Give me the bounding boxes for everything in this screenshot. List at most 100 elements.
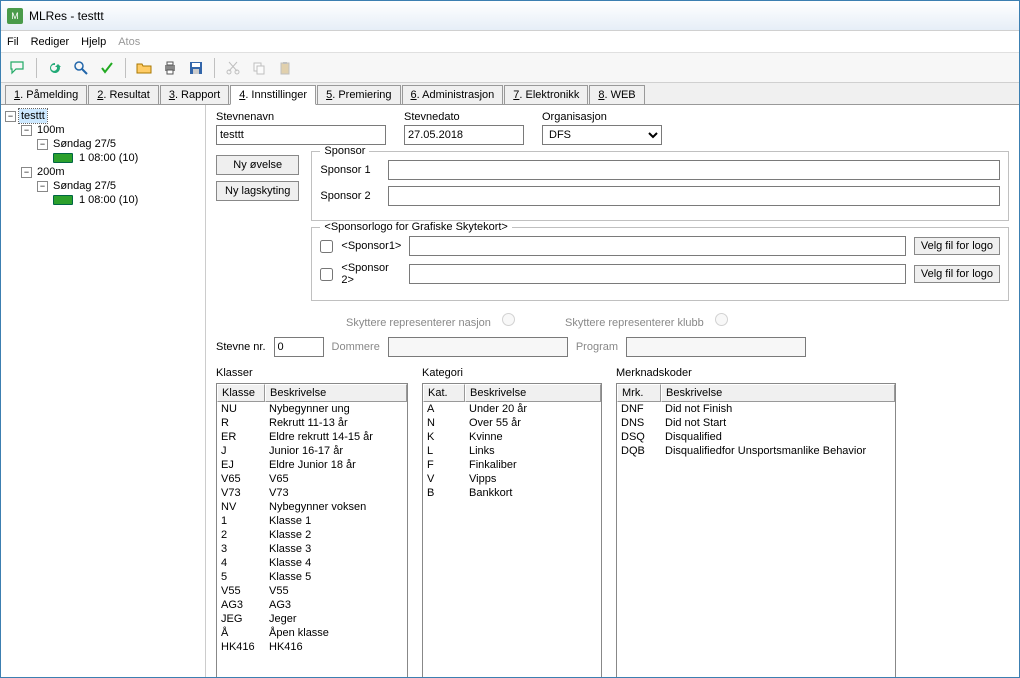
sponsorlogo-legend: <Sponsorlogo for Grafiske Skytekort> xyxy=(320,221,511,233)
toolbar-save-icon[interactable] xyxy=(185,57,207,79)
merknad-table[interactable]: Mrk.Beskrivelse DNFDid not FinishDNSDid … xyxy=(616,383,896,677)
table-row[interactable]: VVipps xyxy=(423,472,601,486)
table-row[interactable]: HK416HK416 xyxy=(217,640,407,654)
form-panel: Stevnenavn Stevnedato Organisasjon DFS N… xyxy=(206,105,1019,677)
klasser-table[interactable]: KlasseBeskrivelse NUNybegynner ungRRekru… xyxy=(216,383,408,677)
sponsor2-label: Sponsor 2 xyxy=(320,190,380,202)
table-row[interactable]: ÅÅpen klasse xyxy=(217,626,407,640)
menu-rediger[interactable]: Rediger xyxy=(31,36,70,48)
table-row[interactable]: V65V65 xyxy=(217,472,407,486)
hdr-klasse: Klasse xyxy=(217,384,265,402)
table-row[interactable]: NVNybegynner voksen xyxy=(217,500,407,514)
tree-200m[interactable]: 200m xyxy=(35,165,67,179)
tree-panel: −testtt −100m −Søndag 27/5 1 08:00 (10) … xyxy=(1,105,206,677)
stevnenavn-label: Stevnenavn xyxy=(216,111,386,123)
table-row[interactable]: 1Klasse 1 xyxy=(217,514,407,528)
table-row[interactable]: NOver 55 år xyxy=(423,416,601,430)
menu-atos: Atos xyxy=(118,36,140,48)
tree-time[interactable]: 1 08:00 (10) xyxy=(77,193,140,207)
tab-administrasjon[interactable]: 6. Administrasjon xyxy=(402,85,504,104)
table-row[interactable]: EREldre rekrutt 14-15 år xyxy=(217,430,407,444)
toolbar-copy-icon[interactable] xyxy=(248,57,270,79)
sponsor-fieldset: Sponsor Sponsor 1 Sponsor 2 xyxy=(311,151,1009,221)
organisasjon-select[interactable]: DFS xyxy=(542,125,662,145)
ny-ovelse-button[interactable]: Ny øvelse xyxy=(216,155,299,175)
velg-fil-button-2[interactable]: Velg fil for logo xyxy=(914,265,1000,283)
velg-fil-button-1[interactable]: Velg fil for logo xyxy=(914,237,1000,255)
tree-time[interactable]: 1 08:00 (10) xyxy=(77,151,140,165)
tree-100m[interactable]: 100m xyxy=(35,123,67,137)
toolbar-cut-icon[interactable] xyxy=(222,57,244,79)
table-row[interactable]: DNFDid not Finish xyxy=(617,402,895,416)
sponsor2-input[interactable] xyxy=(388,186,1000,206)
sponsor1-input[interactable] xyxy=(388,160,1000,180)
sponsor1-logo-path[interactable] xyxy=(409,236,905,256)
table-row[interactable]: 5Klasse 5 xyxy=(217,570,407,584)
table-row[interactable]: DNSDid not Start xyxy=(617,416,895,430)
toolbar-search-icon[interactable] xyxy=(70,57,92,79)
table-row[interactable]: 2Klasse 2 xyxy=(217,528,407,542)
titlebar: M MLRes - testtt xyxy=(1,1,1019,31)
tab-elektronikk[interactable]: 7. Elektronikk xyxy=(504,85,588,104)
tab-pamelding[interactable]: 1. Påmelding xyxy=(5,85,87,104)
toolbar-speech-icon[interactable] xyxy=(7,57,29,79)
tree-toggle[interactable]: − xyxy=(37,139,48,150)
tree-toggle[interactable]: − xyxy=(5,111,16,122)
table-row[interactable]: 4Klasse 4 xyxy=(217,556,407,570)
sponsor1-label: Sponsor 1 xyxy=(320,164,380,176)
menu-hjelp[interactable]: Hjelp xyxy=(81,36,106,48)
tab-rapport[interactable]: 3. Rapport xyxy=(160,85,229,104)
table-row[interactable]: AG3AG3 xyxy=(217,598,407,612)
stevnenavn-input[interactable] xyxy=(216,125,386,145)
sponsor2-logo-path[interactable] xyxy=(409,264,905,284)
tree-toggle[interactable]: − xyxy=(21,167,32,178)
table-row[interactable]: BBankkort xyxy=(423,486,601,500)
tab-premiering[interactable]: 5. Premiering xyxy=(317,85,400,104)
table-row[interactable]: DQBDisqualifiedfor Unsportsmanlike Behav… xyxy=(617,444,895,458)
table-row[interactable]: EJEldre Junior 18 år xyxy=(217,458,407,472)
toolbar-print-icon[interactable] xyxy=(159,57,181,79)
table-row[interactable]: LLinks xyxy=(423,444,601,458)
table-row[interactable]: 3Klasse 3 xyxy=(217,542,407,556)
toolbar-open-icon[interactable] xyxy=(133,57,155,79)
stevnedato-input[interactable] xyxy=(404,125,524,145)
menubar: Fil Rediger Hjelp Atos xyxy=(1,31,1019,53)
sponsor1-logo-checkbox[interactable] xyxy=(320,240,333,253)
tree-toggle[interactable]: − xyxy=(21,125,32,136)
table-row[interactable]: KKvinne xyxy=(423,430,601,444)
tree-day[interactable]: Søndag 27/5 xyxy=(51,137,118,151)
table-row[interactable]: V55V55 xyxy=(217,584,407,598)
sponsor2-logo-checkbox[interactable] xyxy=(320,268,333,281)
menu-fil[interactable]: Fil xyxy=(7,36,19,48)
tab-innstillinger[interactable]: 4. Innstillinger xyxy=(230,85,316,105)
table-row[interactable]: JEGJeger xyxy=(217,612,407,626)
stevnedato-label: Stevnedato xyxy=(404,111,524,123)
table-row[interactable]: DSQDisqualified xyxy=(617,430,895,444)
ny-lagskyting-button[interactable]: Ny lagskyting xyxy=(216,181,299,201)
sponsor-legend: Sponsor xyxy=(320,145,369,157)
table-row[interactable]: FFinkaliber xyxy=(423,458,601,472)
toolbar-paste-icon[interactable] xyxy=(274,57,296,79)
toolbar-refresh-icon[interactable] xyxy=(44,57,66,79)
table-row[interactable]: AUnder 20 år xyxy=(423,402,601,416)
stevne-nr-input[interactable] xyxy=(274,337,324,357)
table-row[interactable]: V73V73 xyxy=(217,486,407,500)
table-row[interactable]: NUNybegynner ung xyxy=(217,402,407,416)
rep-nasjon-label: Skyttere representerer nasjon xyxy=(346,317,491,329)
table-row[interactable]: RRekrutt 11-13 år xyxy=(217,416,407,430)
kategori-table[interactable]: Kat.Beskrivelse AUnder 20 årNOver 55 årK… xyxy=(422,383,602,677)
program-label: Program xyxy=(576,341,618,353)
hdr-kat: Kat. xyxy=(423,384,465,402)
toolbar-check-icon[interactable] xyxy=(96,57,118,79)
table-row[interactable]: JJunior 16-17 år xyxy=(217,444,407,458)
tree-root[interactable]: testtt xyxy=(19,109,47,123)
tab-web[interactable]: 8. WEB xyxy=(589,85,644,104)
toolbar xyxy=(1,53,1019,83)
program-input xyxy=(626,337,806,357)
tab-resultat[interactable]: 2. Resultat xyxy=(88,85,159,104)
dommere-input xyxy=(388,337,568,357)
tree-toggle[interactable]: − xyxy=(37,181,48,192)
hdr-beskrivelse: Beskrivelse xyxy=(465,384,601,402)
rep-klubb-label: Skyttere representerer klubb xyxy=(565,317,704,329)
tree-day[interactable]: Søndag 27/5 xyxy=(51,179,118,193)
